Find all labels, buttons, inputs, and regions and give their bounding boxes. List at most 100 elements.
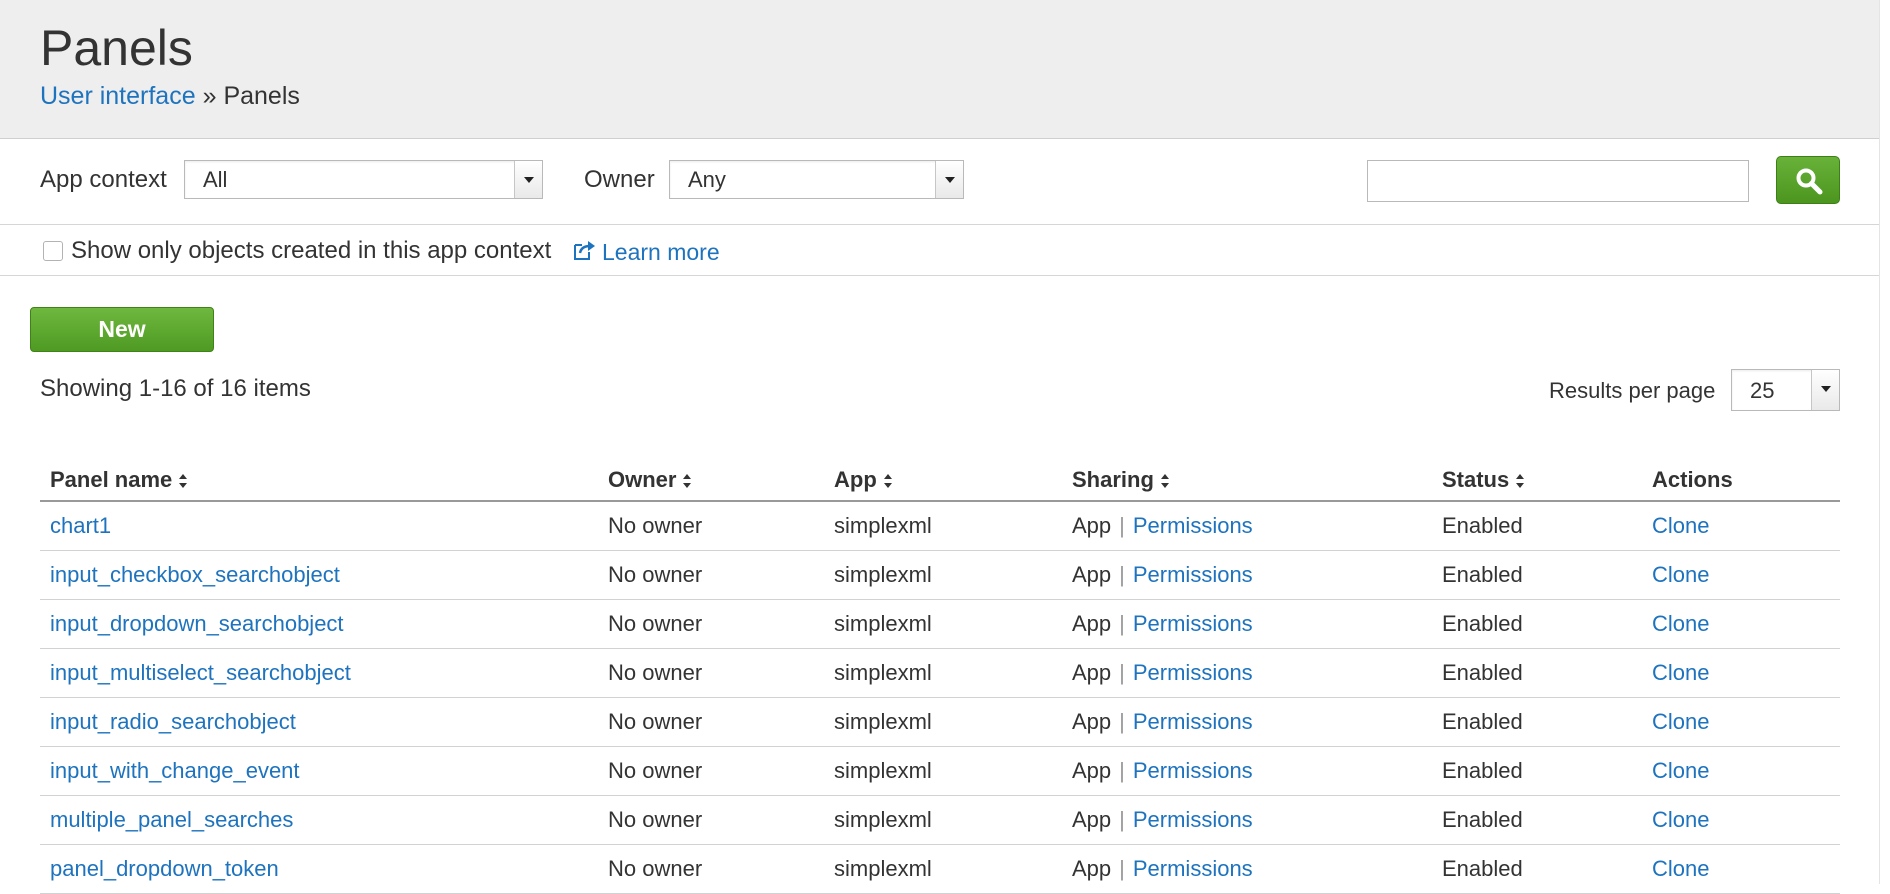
column-label: Status: [1442, 467, 1510, 492]
app-cell: simplexml: [824, 746, 1062, 796]
panel-name[interactable]: input_dropdown_searchobject: [50, 611, 344, 636]
panel-name[interactable]: multiple_panel_searches: [50, 807, 293, 832]
table-row: input_dropdown_searchobject No owner simpl…: [40, 599, 1840, 649]
showing-count: Showing 1-16 of 16 items: [40, 375, 311, 402]
clone-link[interactable]: Clone: [1652, 807, 1709, 832]
panel-name[interactable]: input_radio_searchobject: [50, 709, 296, 734]
permissions-link[interactable]: Permissions: [1133, 562, 1253, 587]
page-header: Panels User interface » Panels: [0, 0, 1880, 139]
panel-name-link[interactable]: panel_dropdown_token: [40, 844, 598, 894]
clone-link[interactable]: Clone: [1652, 660, 1709, 685]
permissions-link[interactable]: Permissions: [1133, 709, 1253, 734]
actions-cell: Clone: [1642, 844, 1840, 894]
status-cell: Enabled: [1432, 844, 1642, 894]
column-header-sharing[interactable]: Sharing: [1062, 460, 1432, 502]
app-cell: simplexml: [824, 648, 1062, 698]
checkbox-label: Show only objects created in this app co…: [71, 237, 552, 264]
sharing-value: App: [1072, 562, 1112, 587]
divider: |: [1119, 709, 1125, 734]
app-cell: simplexml: [824, 599, 1062, 649]
learn-more-link[interactable]: Learn more: [602, 238, 720, 266]
panel-name[interactable]: input_multiselect_searchobject: [50, 660, 351, 685]
column-header-actions: Actions: [1642, 460, 1840, 502]
column-header-status[interactable]: Status: [1432, 460, 1642, 502]
sharing-value: App: [1072, 807, 1112, 832]
clone-link[interactable]: Clone: [1652, 513, 1709, 538]
permissions-link[interactable]: Permissions: [1133, 660, 1253, 685]
panel-name[interactable]: panel_dropdown_token: [50, 856, 279, 881]
breadcrumb: User interface » Panels: [40, 80, 300, 112]
app-context-value: All: [203, 167, 228, 192]
actions-cell: Clone: [1642, 599, 1840, 649]
new-panel-button[interactable]: New: [30, 307, 214, 352]
panel-name-link[interactable]: chart1: [40, 501, 598, 551]
column-label: App: [834, 467, 877, 492]
app-cell: simplexml: [824, 550, 1062, 600]
panel-name-link[interactable]: input_dropdown_searchobject: [40, 599, 598, 649]
panel-name[interactable]: input_checkbox_searchobject: [50, 562, 340, 587]
panel-name-link[interactable]: input_radio_searchobject: [40, 697, 598, 747]
table-row: input_checkbox_searchobject No owner simpl…: [40, 550, 1840, 600]
column-header-panel-name[interactable]: Panel name: [40, 460, 598, 502]
scrollbar-track[interactable]: [1879, 0, 1890, 884]
sharing-cell: App | Permissions: [1062, 599, 1432, 649]
permissions-link[interactable]: Permissions: [1133, 856, 1253, 881]
column-header-app[interactable]: App: [824, 460, 1062, 502]
column-header-owner[interactable]: Owner: [598, 460, 824, 502]
sharing-value: App: [1072, 513, 1112, 538]
app-context-select[interactable]: All: [184, 160, 543, 199]
owner-cell: No owner: [598, 599, 824, 649]
permissions-link[interactable]: Permissions: [1133, 513, 1253, 538]
permissions-link[interactable]: Permissions: [1133, 758, 1253, 783]
owner-label: Owner: [584, 166, 655, 193]
table-header-row: Panel name Owner App Sharing Status Acti…: [40, 460, 1840, 502]
column-label: Panel name: [50, 467, 173, 492]
external-link-icon: [574, 241, 595, 260]
sharing-value: App: [1072, 856, 1112, 881]
clone-link[interactable]: Clone: [1652, 856, 1709, 881]
table-row: input_multiselect_searchobject No owner si…: [40, 648, 1840, 698]
magnifier-icon: [1796, 168, 1823, 195]
search-input[interactable]: [1367, 160, 1749, 202]
breadcrumb-current: Panels: [223, 82, 300, 110]
table-row: input_with_change_event No owner simplexml…: [40, 746, 1840, 796]
filter-bar: App context All Owner Any: [0, 139, 1880, 225]
clone-link[interactable]: Clone: [1652, 611, 1709, 636]
actions-cell: Clone: [1642, 648, 1840, 698]
clone-link[interactable]: Clone: [1652, 709, 1709, 734]
panel-name-link[interactable]: multiple_panel_searches: [40, 795, 598, 845]
sharing-cell: App | Permissions: [1062, 746, 1432, 796]
chevron-down-icon: [935, 161, 963, 198]
divider: |: [1119, 513, 1125, 538]
panel-name[interactable]: chart1: [50, 513, 111, 538]
panel-name-link[interactable]: input_checkbox_searchobject: [40, 550, 598, 600]
app-context-only-checkbox[interactable]: [43, 241, 63, 261]
actions-cell: Clone: [1642, 697, 1840, 747]
sharing-cell: App | Permissions: [1062, 550, 1432, 600]
breadcrumb-parent-link[interactable]: User interface: [40, 82, 196, 110]
chevron-down-icon: [1811, 370, 1839, 410]
sharing-cell: App | Permissions: [1062, 844, 1432, 894]
permissions-link[interactable]: Permissions: [1133, 807, 1253, 832]
table-row: chart1 No owner simplexml App | Permissions En…: [40, 501, 1840, 551]
owner-select[interactable]: Any: [669, 160, 964, 199]
status-cell: Enabled: [1432, 746, 1642, 796]
results-per-page-select[interactable]: 25: [1731, 369, 1840, 411]
panel-name-link[interactable]: input_multiselect_searchobject: [40, 648, 598, 698]
table-body: chart1 No owner simplexml App | Permissions En…: [40, 501, 1840, 894]
owner-cell: No owner: [598, 648, 824, 698]
search-button[interactable]: [1776, 156, 1840, 204]
status-cell: Enabled: [1432, 550, 1642, 600]
divider: |: [1119, 856, 1125, 881]
owner-cell: No owner: [598, 795, 824, 845]
panel-name-link[interactable]: input_with_change_event: [40, 746, 598, 796]
clone-link[interactable]: Clone: [1652, 758, 1709, 783]
clone-link[interactable]: Clone: [1652, 562, 1709, 587]
panel-name[interactable]: input_with_change_event: [50, 758, 300, 783]
chevron-down-icon: [514, 161, 542, 198]
page-title: Panels: [40, 20, 193, 76]
divider: |: [1119, 562, 1125, 587]
sort-arrows-icon: [179, 474, 188, 489]
status-cell: Enabled: [1432, 795, 1642, 845]
permissions-link[interactable]: Permissions: [1133, 611, 1253, 636]
